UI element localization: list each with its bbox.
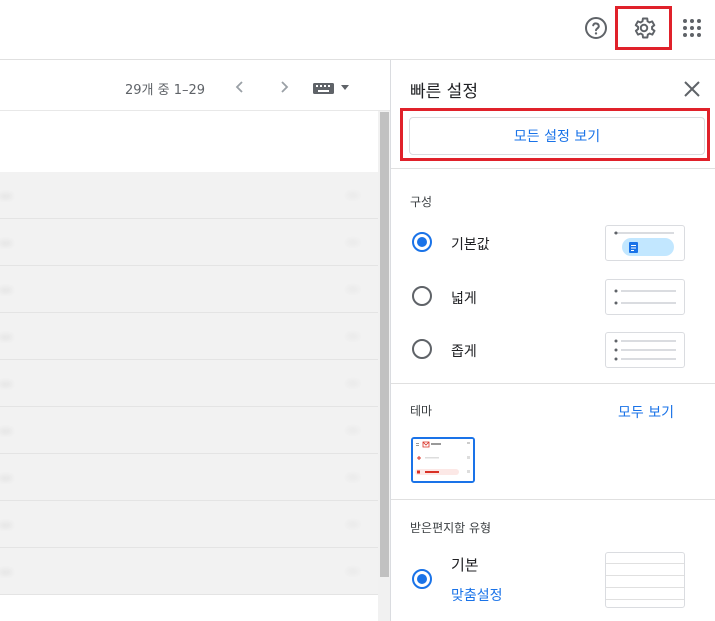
settings-highlight-box (615, 6, 672, 50)
mail-date: ... (347, 421, 359, 434)
density-comfortable-label: 넓게 (451, 291, 477, 307)
apps-grid-icon[interactable] (672, 8, 712, 48)
density-compact-preview (605, 332, 685, 368)
density-default-radio[interactable] (412, 232, 432, 252)
list-item[interactable]: ...... (0, 548, 378, 595)
list-item[interactable]: ...... (0, 219, 378, 266)
inbox-default-label: 기본 (451, 556, 479, 574)
panel-title: 빠른 설정 (410, 82, 478, 102)
density-compact-label: 좁게 (451, 344, 477, 360)
density-comfortable-preview (605, 279, 685, 315)
mail-date: ... (347, 562, 359, 575)
divider (391, 168, 715, 169)
inbox-default-radio[interactable] (412, 569, 432, 589)
mail-date: ... (347, 233, 359, 246)
quick-settings-panel: 빠른 설정 모든 설정 보기 구성 기본값 넓게 좁게 테마 모두 보기 받은편… (391, 60, 715, 621)
list-item[interactable]: ...... (0, 172, 378, 219)
mail-list: ...... ...... ...... ...... ...... .....… (0, 111, 378, 621)
inbox-type-label: 받은편지함 유형 (410, 521, 492, 535)
keyboard-icon[interactable] (312, 80, 352, 99)
mail-date: ... (347, 468, 359, 481)
density-default-preview (605, 225, 685, 261)
chevron-right-icon[interactable] (270, 73, 298, 101)
mail-snippet: ... (0, 468, 12, 482)
mail-snippet: ... (0, 233, 12, 247)
inbox-default-preview (605, 552, 685, 608)
theme-label: 테마 (410, 404, 433, 418)
divider (391, 499, 715, 500)
density-default-label: 기본값 (451, 237, 490, 253)
mail-snippet: ... (0, 562, 12, 576)
scrollbar-thumb[interactable] (380, 112, 389, 577)
density-compact-radio[interactable] (412, 339, 432, 359)
close-icon[interactable] (681, 78, 703, 100)
mail-snippet: ... (0, 374, 12, 388)
list-item[interactable]: ...... (0, 313, 378, 360)
gmail-page: 29개 중 1–29 ...... ...... ...... ...... .… (0, 0, 715, 621)
mail-snippet: ... (0, 186, 12, 200)
mail-date: ... (347, 280, 359, 293)
mail-snippet: ... (0, 280, 12, 294)
theme-see-all-link[interactable]: 모두 보기 (618, 402, 674, 422)
inbox-customize-link[interactable]: 맞춤설정 (451, 585, 503, 605)
help-icon[interactable] (576, 8, 616, 48)
density-comfortable-radio[interactable] (412, 286, 432, 306)
mail-snippet: ... (0, 515, 12, 529)
density-label: 구성 (410, 195, 433, 209)
pagination-count: 29개 중 1–29 (125, 83, 206, 98)
mail-snippet: ... (0, 327, 12, 341)
divider (391, 383, 715, 384)
chevron-left-icon[interactable] (226, 73, 254, 101)
theme-default-preview[interactable] (411, 437, 475, 483)
list-item[interactable]: ...... (0, 454, 378, 501)
all-settings-button[interactable]: 모든 설정 보기 (409, 117, 705, 155)
mail-date: ... (347, 515, 359, 528)
top-bar (0, 0, 715, 60)
list-item[interactable]: ...... (0, 501, 378, 548)
mail-snippet: ... (0, 421, 12, 435)
mail-date: ... (347, 327, 359, 340)
list-item[interactable]: ...... (0, 360, 378, 407)
mail-date: ... (347, 186, 359, 199)
list-item[interactable]: ...... (0, 266, 378, 313)
list-item[interactable]: ...... (0, 407, 378, 454)
mail-date: ... (347, 374, 359, 387)
